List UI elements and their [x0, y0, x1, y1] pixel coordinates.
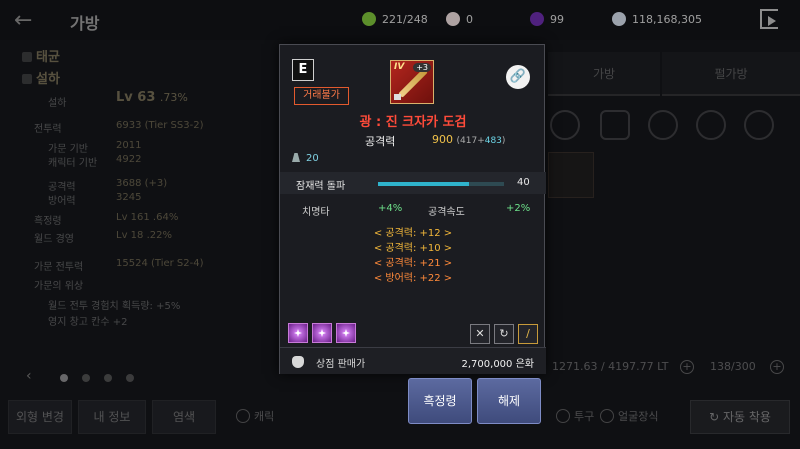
- potential-value: 40: [517, 177, 530, 188]
- potential-bar-fill: [378, 182, 469, 186]
- option-line: < 공격력: +10 >: [373, 243, 453, 254]
- crystal-icon[interactable]: [312, 323, 332, 343]
- potential-bar: [378, 182, 504, 186]
- lock-icon: [394, 94, 401, 100]
- attack-speed-label: 공격속도: [428, 207, 465, 218]
- black-spirit-button[interactable]: 흑정령: [408, 378, 472, 424]
- option-line: < 공격력: +21 >: [373, 258, 453, 269]
- crit-label: 치명타: [302, 207, 330, 218]
- attack-value: 900 (417+483): [432, 133, 506, 146]
- money-bag-icon: [292, 356, 304, 368]
- sell-price-value: 2,700,000 은화: [461, 359, 534, 370]
- awakening-icon[interactable]: ∕: [518, 324, 538, 344]
- option-line: < 공격력: +12 >: [373, 228, 453, 239]
- potential-label: 잠재력 돌파: [296, 181, 346, 192]
- unequip-button[interactable]: 해제: [477, 378, 541, 424]
- enhance-level: IV: [394, 62, 405, 72]
- attack-speed-value: +2%: [506, 203, 531, 214]
- attack-label: 공격력: [365, 135, 396, 148]
- crossed-swords-icon[interactable]: ✕: [470, 324, 490, 344]
- trade-restriction-badge: 거래불가: [294, 87, 349, 105]
- item-weight: 20: [292, 153, 319, 164]
- weight-icon: [292, 153, 300, 162]
- item-name: 광 : 진 크자카 도검: [359, 115, 467, 130]
- transfer-icon[interactable]: ↻: [494, 324, 514, 344]
- item-tooltip: E IV +3 🔗 거래불가 광 : 진 크자카 도검 공격력 900 (417…: [279, 44, 546, 374]
- item-grade-badge: E: [292, 59, 314, 81]
- sell-price-label: 상점 판매가: [316, 359, 366, 370]
- link-icon[interactable]: 🔗: [506, 65, 530, 89]
- crit-value: +4%: [378, 203, 403, 214]
- enhance-plus: +3: [413, 63, 431, 72]
- crystal-icon[interactable]: [288, 323, 308, 343]
- sword-icon: IV +3: [390, 60, 434, 104]
- sell-price-row: 상점 판매가 2,700,000 은화: [280, 347, 546, 374]
- crystal-icon[interactable]: [336, 323, 356, 343]
- option-line: < 방어력: +22 >: [373, 273, 453, 284]
